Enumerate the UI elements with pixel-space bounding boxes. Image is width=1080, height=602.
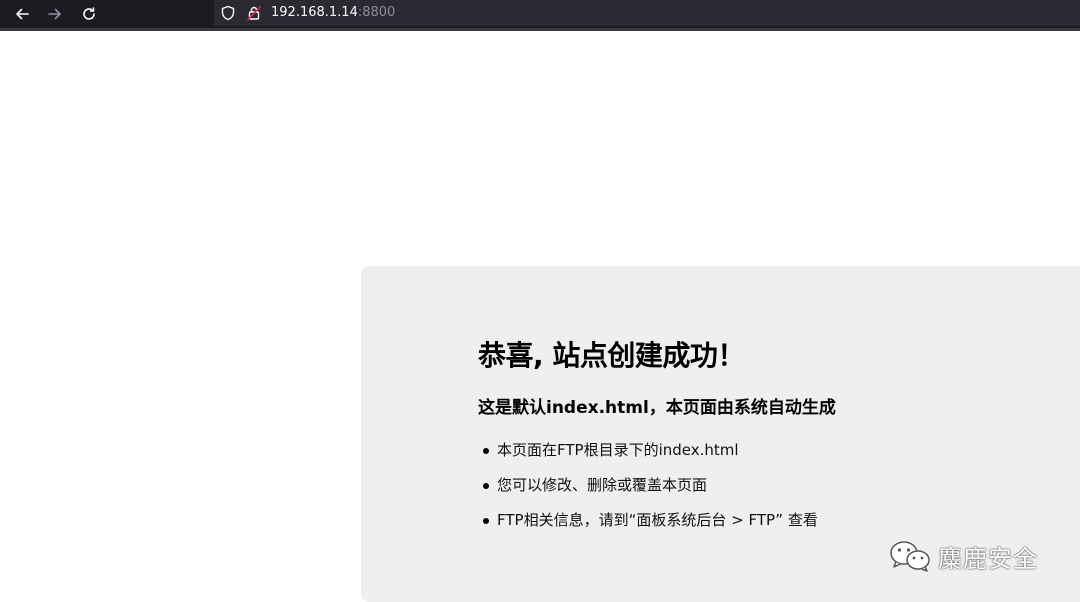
site-security-button[interactable] [245,4,263,22]
url-port: :8800 [357,5,396,20]
reload-icon [83,7,95,20]
forward-button[interactable] [43,2,67,26]
tracking-protection-button[interactable] [219,4,237,22]
forward-arrow-icon [48,8,61,20]
bullet-icon [483,518,489,524]
url-host: 192.168.1.14 [271,5,358,20]
list-item-text: 您可以修改、删除或覆盖本页面 [497,476,708,494]
page-title: 恭喜, 站点创建成功！ [478,339,745,372]
watermark-text: 麋鹿安全 [938,544,1038,573]
reload-button[interactable] [77,2,101,26]
toolbar-divider [0,28,1080,31]
back-button[interactable] [10,2,34,26]
page-subtitle: 这是默认index.html，本页面由系统自动生成 [478,398,836,418]
back-arrow-icon [16,8,29,20]
browser-toolbar: 192.168.1.14:8800 [0,0,1080,28]
list-item-text: 本页面在FTP根目录下的index.html [497,441,739,459]
shield-icon [221,5,235,21]
list-item: FTP相关信息，请到“面板系统后台 > FTP” 查看 [480,509,818,544]
list-item: 本页面在FTP根目录下的index.html [480,439,818,474]
url-text[interactable]: 192.168.1.14:8800 [271,4,395,22]
watermark: 麋鹿安全 [888,536,1038,576]
bullet-icon [483,483,489,489]
info-list: 本页面在FTP根目录下的index.html 您可以修改、删除或覆盖本页面 FT… [480,439,818,544]
list-item-text: FTP相关信息，请到“面板系统后台 > FTP” 查看 [497,511,818,529]
wechat-icon [890,541,930,572]
insecure-lock-icon [247,6,261,21]
bullet-icon [483,448,489,454]
list-item: 您可以修改、删除或覆盖本页面 [480,474,818,509]
